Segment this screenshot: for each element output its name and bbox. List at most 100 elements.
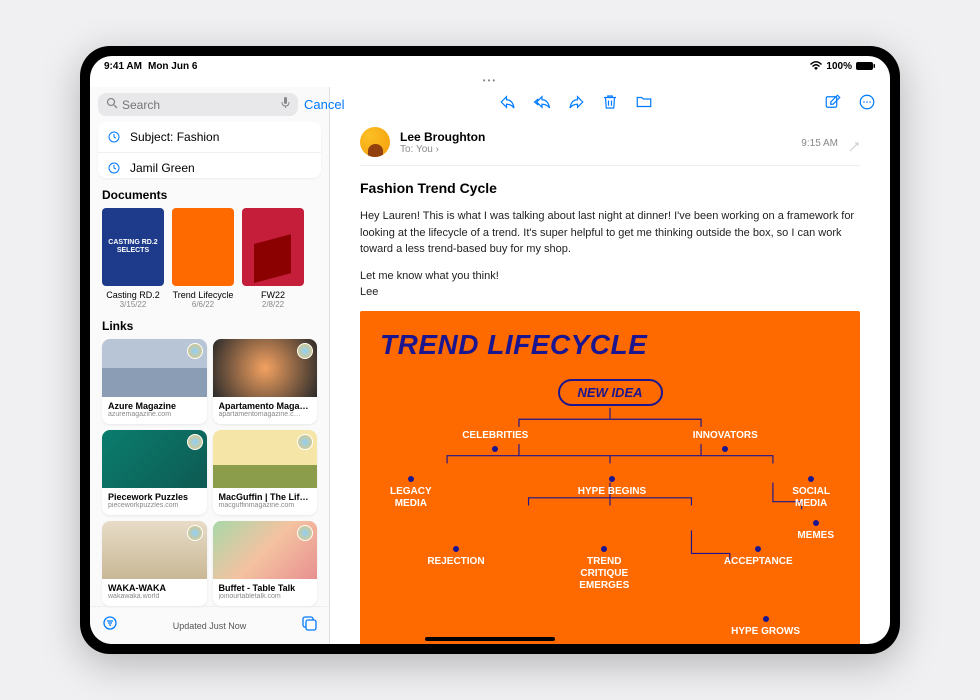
sender-name[interactable]: Lee Broughton (400, 130, 791, 144)
diagram-node: MEMES (797, 520, 834, 542)
document-name: FW22 (242, 290, 304, 300)
message-paragraph: Let me know what you think! Lee (360, 268, 860, 301)
document-thumbnail: CASTING RD.2 SELECTS (102, 208, 164, 286)
app-content: Cancel Subject: Fashion Jamil Green From… (90, 87, 890, 644)
message-subject: Fashion Trend Cycle (360, 180, 860, 196)
link-badge-icon (297, 343, 313, 359)
search-input[interactable] (122, 98, 277, 112)
document-thumbnail (242, 208, 304, 286)
link-card[interactable]: WAKA-WAKAwakawaka.world (102, 521, 207, 606)
link-url: wakawaka.world (108, 593, 201, 600)
diagram-node: TREND CRITIQUE EMERGES (579, 546, 629, 592)
message-time: 9:15 AM (801, 138, 838, 149)
link-title: MacGuffin | The Lif… (219, 492, 312, 502)
links-grid: Azure Magazineazuremagazine.comApartamen… (90, 339, 329, 606)
link-url: apartamentomagazine.c… (219, 411, 312, 418)
diagram-node: ACCEPTANCE (724, 546, 793, 592)
updated-status: Updated Just Now (173, 621, 247, 631)
message-paragraph: Hey Lauren! This is what I was talking a… (360, 208, 860, 258)
clock-icon (108, 162, 122, 174)
link-title: Apartamento Maga… (219, 401, 312, 411)
link-url: pieceworkpuzzles.com (108, 502, 201, 509)
document-date: 2/8/22 (242, 300, 304, 309)
link-badge-icon (187, 343, 203, 359)
documents-row: CASTING RD.2 SELECTS Casting RD.2 3/15/2… (90, 208, 329, 309)
reply-all-icon[interactable] (533, 93, 551, 111)
document-date: 6/6/22 (172, 300, 234, 309)
trash-icon[interactable] (601, 93, 619, 111)
infographic-title: TREND LIFECYCLE (380, 329, 840, 361)
compose-icon[interactable] (301, 615, 317, 636)
mic-icon[interactable] (281, 97, 290, 112)
link-card[interactable]: Apartamento Maga…apartamentomagazine.c… (213, 339, 318, 424)
search-field[interactable] (98, 93, 298, 116)
details-icon[interactable] (848, 141, 860, 156)
link-card[interactable]: Azure Magazineazuremagazine.com (102, 339, 207, 424)
search-icon (106, 97, 118, 112)
suggestion-item[interactable]: Jamil Green (98, 153, 321, 178)
sidebar-footer: Updated Just Now (90, 606, 329, 644)
message-header: Lee Broughton To: You › 9:15 AM (360, 127, 860, 166)
link-title: Buffet - Table Talk (219, 583, 312, 593)
document-name: Casting RD.2 (102, 290, 164, 300)
message-body: Lee Broughton To: You › 9:15 AM (330, 117, 890, 644)
link-title: WAKA-WAKA (108, 583, 201, 593)
link-thumbnail (102, 339, 207, 397)
compose-button[interactable] (824, 93, 842, 111)
screen: 9:41 AM Mon Jun 6 100% ••• (90, 56, 890, 644)
avatar[interactable] (360, 127, 390, 157)
document-item[interactable]: CASTING RD.2 SELECTS Casting RD.2 3/15/2… (102, 208, 164, 309)
more-icon[interactable] (858, 93, 876, 111)
link-card[interactable]: Piecework Puzzlespieceworkpuzzles.com (102, 430, 207, 515)
diagram-node: REJECTION (427, 546, 484, 592)
filter-icon[interactable] (102, 615, 118, 636)
suggestion-item[interactable]: Subject: Fashion (98, 122, 321, 153)
link-url: joinourtabletalk.com (219, 593, 312, 600)
forward-icon[interactable] (567, 93, 585, 111)
diagram-node-new-idea: NEW IDEA (558, 379, 663, 406)
suggestion-text: Jamil Green (130, 161, 195, 175)
status-time: 9:41 AM (104, 61, 142, 72)
document-item[interactable]: Trend Lifecycle 6/6/22 (172, 208, 234, 309)
reply-icon[interactable] (499, 93, 517, 111)
documents-heading: Documents (90, 178, 329, 208)
wifi-icon (810, 61, 822, 72)
document-thumbnail (172, 208, 234, 286)
link-badge-icon (187, 434, 203, 450)
attachment-infographic[interactable]: TREND LIFECYCLE NEW IDEA (360, 311, 860, 645)
diagram-node: CELEBRITIES (462, 430, 528, 452)
link-thumbnail (213, 430, 318, 488)
clock-icon (108, 131, 122, 143)
link-badge-icon (297, 434, 313, 450)
link-thumbnail (102, 430, 207, 488)
link-thumbnail (213, 521, 318, 579)
link-title: Piecework Puzzles (108, 492, 201, 502)
link-card[interactable]: Buffet - Table Talkjoinourtabletalk.com (213, 521, 318, 606)
diagram-node: HYPE BEGINS (578, 476, 646, 510)
diagram: NEW IDEA (380, 379, 840, 638)
multitasking-dots[interactable]: ••• (90, 76, 890, 85)
home-indicator[interactable] (425, 637, 555, 641)
battery-percent: 100% (826, 61, 852, 72)
recipient-line[interactable]: To: You › (400, 144, 791, 155)
link-thumbnail (213, 339, 318, 397)
suggestion-text: Subject: Fashion (130, 130, 219, 144)
document-name: Trend Lifecycle (172, 290, 234, 300)
status-date: Mon Jun 6 (148, 61, 197, 72)
link-badge-icon (187, 525, 203, 541)
folder-icon[interactable] (635, 93, 653, 111)
diagram-node: LEGACY MEDIA (390, 476, 432, 510)
link-badge-icon (297, 525, 313, 541)
link-card[interactable]: MacGuffin | The Lif…macguffinmagazine.co… (213, 430, 318, 515)
diagram-node: INNOVATORS (693, 430, 758, 452)
toolbar (330, 87, 890, 117)
battery-icon (856, 61, 876, 72)
document-item[interactable]: FW22 2/8/22 (242, 208, 304, 309)
link-thumbnail (102, 521, 207, 579)
diagram-node: HYPE GROWS (731, 616, 800, 638)
ipad-frame: 9:41 AM Mon Jun 6 100% ••• (80, 46, 900, 654)
diagram-node: SOCIAL MEDIA (792, 476, 830, 510)
link-url: azuremagazine.com (108, 411, 201, 418)
sidebar: Cancel Subject: Fashion Jamil Green From… (90, 87, 330, 644)
links-heading: Links (90, 309, 329, 339)
